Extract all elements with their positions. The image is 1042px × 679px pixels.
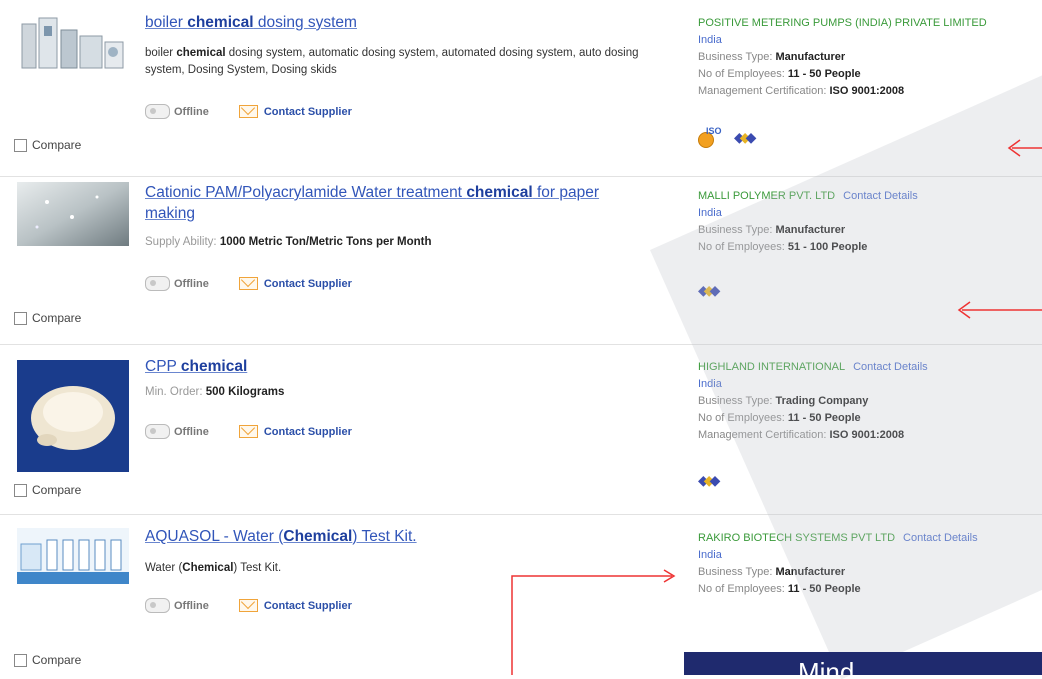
employee-count: No of Employees: 11 - 50 People xyxy=(698,68,861,80)
business-type: Business Type: Manufacturer xyxy=(698,51,846,63)
product-description: Supply Ability: 1000 Metric Ton/Metric T… xyxy=(145,236,432,248)
envelope-icon xyxy=(238,277,258,290)
product-description: Water (Chemical) Test Kit. xyxy=(145,562,282,574)
chat-offline-icon xyxy=(145,424,170,439)
chat-offline-icon xyxy=(145,104,170,119)
offline-status: Offline xyxy=(145,276,209,291)
listing-actions: Offline Contact Supplier xyxy=(145,598,352,613)
contact-supplier-button[interactable]: Contact Supplier xyxy=(238,105,352,118)
envelope-icon xyxy=(238,105,258,118)
product-description: Min. Order: 500 Kilograms xyxy=(145,386,285,398)
compare-checkbox[interactable]: Compare xyxy=(14,138,81,152)
contact-supplier-button[interactable]: Contact Supplier xyxy=(238,599,352,612)
listing-actions: Offline Contact Supplier xyxy=(145,104,352,119)
product-image-polyacrylamide[interactable] xyxy=(17,182,129,246)
trust-seal-icon[interactable]: ◆◆◆ xyxy=(698,472,720,489)
product-image-dosing-system[interactable] xyxy=(17,12,129,72)
listing-actions: Offline Contact Supplier xyxy=(145,424,352,439)
banner-text: Mind xyxy=(798,657,855,675)
compare-checkbox[interactable]: Compare xyxy=(14,311,81,325)
supplier-badges: ISO ◆◆◆ xyxy=(698,126,756,148)
product-title-link[interactable]: boiler chemical dosing system xyxy=(145,12,665,33)
compare-checkbox[interactable]: Compare xyxy=(14,653,81,667)
product-description: boiler chemical dosing system, automatic… xyxy=(145,47,639,76)
iso-badge-icon[interactable]: ISO xyxy=(698,126,722,148)
supplier-info: POSITIVE METERING PUMPS (INDIA) PRIVATE … xyxy=(698,15,1042,100)
product-title-link[interactable]: CPP chemical xyxy=(145,356,665,377)
contact-supplier-button[interactable]: Contact Supplier xyxy=(238,277,352,290)
compare-checkbox[interactable]: Compare xyxy=(14,483,81,497)
chat-offline-icon xyxy=(145,598,170,613)
checkbox[interactable] xyxy=(14,138,27,152)
contact-supplier-button[interactable]: Contact Supplier xyxy=(238,425,352,438)
offline-status: Offline xyxy=(145,598,209,613)
product-image-aquasol[interactable] xyxy=(17,528,129,584)
checkbox[interactable] xyxy=(14,653,27,667)
trust-seal-icon[interactable]: ◆◆◆ xyxy=(734,129,756,146)
offline-status: Offline xyxy=(145,424,209,439)
bottom-banner: Mind xyxy=(684,652,1042,675)
chat-offline-icon xyxy=(145,276,170,291)
listing-actions: Offline Contact Supplier xyxy=(145,276,352,291)
envelope-icon xyxy=(238,425,258,438)
supplier-country: India xyxy=(698,34,722,46)
checkbox[interactable] xyxy=(14,483,27,497)
product-title-link[interactable]: Cationic PAM/Polyacrylamide Water treatm… xyxy=(145,182,635,224)
offline-status: Offline xyxy=(145,104,209,119)
supplier-badges: ◆◆◆ xyxy=(698,472,720,489)
product-title-link[interactable]: AQUASOL - Water (Chemical) Test Kit. xyxy=(145,526,665,547)
product-image-cpp[interactable] xyxy=(17,360,129,472)
supplier-name-link[interactable]: POSITIVE METERING PUMPS (INDIA) PRIVATE … xyxy=(698,17,987,29)
envelope-icon xyxy=(238,599,258,612)
checkbox[interactable] xyxy=(14,311,27,325)
